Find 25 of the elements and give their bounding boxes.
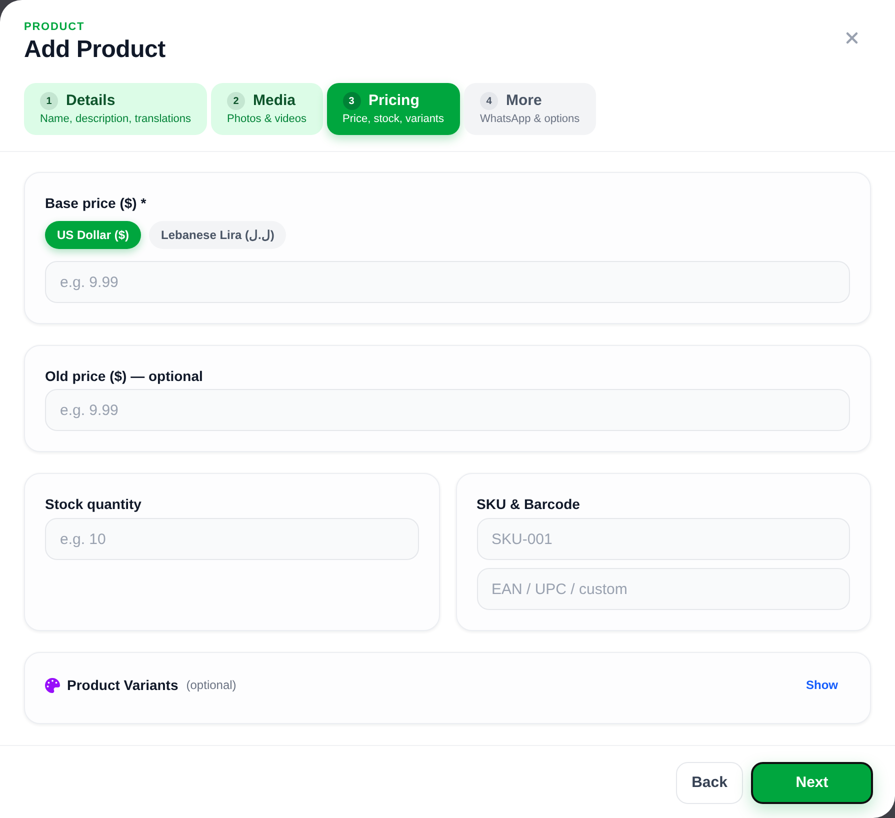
show-button[interactable]: Show [794, 673, 850, 697]
step-tab[interactable]: 2 Media Photos & videos [211, 83, 323, 135]
dialog-title: Add Product [24, 35, 166, 65]
eyebrow-label: PRODUCT [24, 20, 86, 35]
step-tab[interactable]: 3 Pricing Price, stock, variants [326, 83, 460, 135]
palette-icon [45, 678, 60, 692]
step-tab[interactable]: 4 More WhatsApp & options [464, 83, 596, 135]
step-number-badge: 3 [342, 92, 361, 110]
step-number-badge: 4 [480, 92, 498, 110]
base-price-input[interactable]: e.g. 9.99 [45, 261, 850, 303]
step-tab[interactable]: 1 Details Name, description, translations [24, 83, 208, 135]
stock-quantity-input[interactable]: e.g. 10 [45, 518, 418, 560]
code-input[interactable]: EAN / UPC / custom [476, 568, 850, 610]
currency-toggle[interactable]: Lebanese Lira (ل.ل) [149, 221, 286, 249]
field-label: Base price ($) * [45, 194, 148, 213]
section-title: Product Variants [67, 676, 178, 694]
field-label: SKU & Barcode [476, 495, 581, 514]
field-label: Stock quantity [45, 495, 142, 514]
back-button[interactable]: Back [676, 762, 743, 804]
old-price-input[interactable]: e.g. 9.99 [45, 389, 850, 431]
step-number-badge: 1 [40, 92, 58, 110]
step-number-badge: 2 [227, 92, 246, 110]
optional-note: (optional) [186, 677, 236, 694]
field-label: Old price ($) — optional [45, 367, 204, 386]
code-input[interactable]: SKU-001 [476, 518, 850, 560]
